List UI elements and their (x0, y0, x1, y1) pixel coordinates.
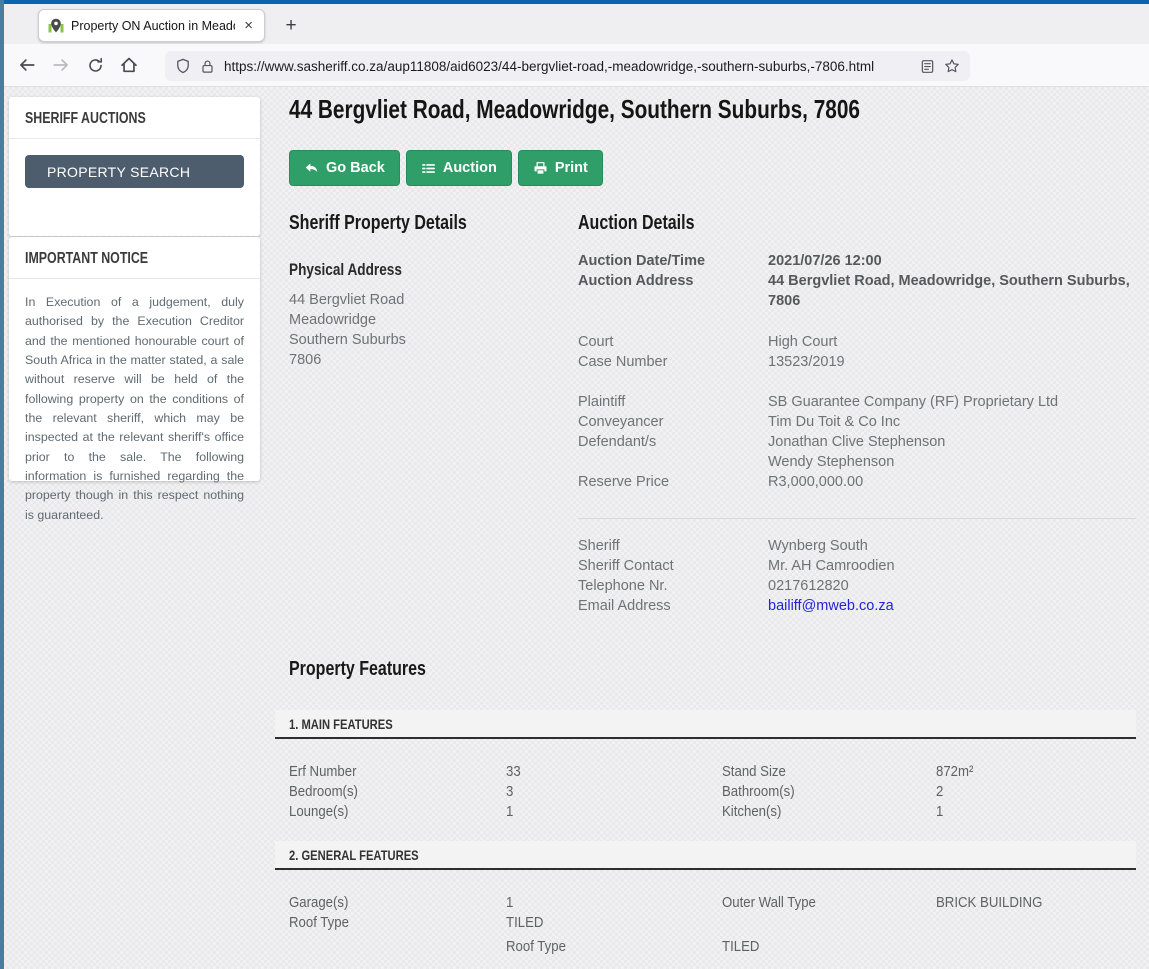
feature-value: 33 (506, 762, 722, 782)
auction-details: Auction Details Auction Date/Time2021/07… (578, 212, 1136, 616)
detail-row: CourtHigh Court (578, 332, 1136, 352)
auction-detail-group: SheriffWynberg South Sheriff ContactMr. … (578, 536, 1136, 616)
feature-label: Lounge(s) (289, 802, 506, 822)
tab-title: Property ON Auction in Meado (71, 19, 235, 33)
address-line: 7806 (289, 350, 578, 370)
feature-value: Roof Type (506, 937, 722, 957)
printer-icon (533, 161, 548, 176)
detail-row: Reserve PriceR3,000,000.00 (578, 472, 1136, 492)
main-features-bar: 1. MAIN FEATURES (275, 710, 1136, 739)
refresh-icon[interactable] (78, 50, 112, 80)
tab-bar: Property ON Auction in Meado × + (0, 4, 1149, 44)
email-link[interactable]: bailiff@mweb.co.za (768, 596, 1136, 616)
address-line: 44 Bergvliet Road (289, 290, 578, 310)
property-details-heading: Sheriff Property Details (289, 212, 578, 235)
back-arrow-icon[interactable] (10, 50, 44, 80)
auction-detail-group: Auction Date/Time2021/07/26 12:00 Auctio… (578, 251, 1136, 311)
feature-value: TILED (506, 913, 722, 933)
browser-tab[interactable]: Property ON Auction in Meado × (38, 9, 265, 42)
detail-row: PlaintiffSB Guarantee Company (RF) Propr… (578, 392, 1136, 412)
auction-detail-group: CourtHigh Court Case Number13523/2019 (578, 332, 1136, 372)
physical-address-heading: Physical Address (289, 260, 578, 280)
auction-details-heading: Auction Details (578, 212, 1136, 235)
divider (578, 518, 1136, 519)
go-back-button[interactable]: Go Back (289, 150, 400, 186)
address-line: Southern Suburbs (289, 330, 578, 350)
reply-arrow-icon (304, 161, 319, 176)
property-features-heading: Property Features (289, 658, 1136, 681)
detail-row: Sheriff ContactMr. AH Camroodien (578, 556, 1136, 576)
feature-value (936, 913, 1136, 933)
feature-label: Bedroom(s) (289, 782, 506, 802)
main-content: 44 Bergvliet Road, Meadowridge, Southern… (275, 87, 1136, 957)
feature-label: Roof Type (289, 913, 506, 933)
sheriff-auctions-card: SHERIFF AUCTIONS PROPERTY SEARCH (9, 97, 260, 236)
detail-row: Telephone Nr.0217612820 (578, 576, 1136, 596)
important-notice-text: In Execution of a judgement, duly author… (9, 279, 260, 543)
map-pin-icon (48, 18, 64, 34)
action-buttons: Go Back Auction Print (289, 150, 1136, 186)
feature-value: 1 (936, 802, 1136, 822)
auction-detail-group: PlaintiffSB Guarantee Company (RF) Propr… (578, 392, 1136, 492)
feature-label: Garage(s) (289, 893, 506, 913)
window-frame-left (0, 0, 4, 969)
sheriff-property-details: Sheriff Property Details Physical Addres… (289, 212, 578, 616)
feature-value (936, 937, 1136, 957)
navigation-toolbar: https://www.sasheriff.co.za/aup11808/aid… (0, 44, 1149, 87)
feature-label: Erf Number (289, 762, 506, 782)
shield-icon[interactable] (175, 58, 191, 74)
detail-row: Email Addressbailiff@mweb.co.za (578, 596, 1136, 616)
sheriff-auctions-title: SHERIFF AUCTIONS (9, 97, 260, 139)
detail-row: Auction Date/Time2021/07/26 12:00 (578, 251, 1136, 271)
detail-row: Auction Address44 Bergvliet Road, Meadow… (578, 271, 1136, 311)
home-icon[interactable] (112, 50, 146, 80)
property-search-button[interactable]: PROPERTY SEARCH (25, 155, 244, 188)
feature-value: BRICK BUILDING (936, 893, 1136, 913)
detail-row: ConveyancerTim Du Toit & Co Inc (578, 412, 1136, 432)
feature-value: 3 (506, 782, 722, 802)
important-notice-card: IMPORTANT NOTICE In Execution of a judge… (9, 237, 260, 481)
feature-label: Outer Wall Type (722, 893, 936, 913)
page-content: SHERIFF AUCTIONS PROPERTY SEARCH IMPORTA… (0, 87, 1149, 969)
feature-label (289, 937, 506, 957)
url-bar[interactable]: https://www.sasheriff.co.za/aup11808/aid… (165, 51, 970, 81)
feature-value: 872m² (936, 762, 1136, 782)
star-icon[interactable] (944, 58, 960, 74)
important-notice-title: IMPORTANT NOTICE (9, 237, 260, 279)
page-title: 44 Bergvliet Road, Meadowridge, Southern… (289, 94, 1136, 125)
feature-label: TILED (722, 937, 936, 957)
window-frame-top (0, 0, 1149, 4)
feature-value: 2 (936, 782, 1136, 802)
detail-row: Wendy Stephenson (578, 452, 1136, 472)
feature-label: Stand Size (722, 762, 936, 782)
lock-icon[interactable] (200, 59, 215, 74)
general-features-table: Garage(s) 1 Outer Wall Type BRICK BUILDI… (289, 893, 1136, 957)
feature-label: Bathroom(s) (722, 782, 936, 802)
feature-value: 1 (506, 802, 722, 822)
close-icon[interactable]: × (242, 18, 255, 33)
general-features-bar: 2. GENERAL FEATURES (275, 841, 1136, 870)
main-features-table: Erf Number 33 Stand Size 872m² Bedroom(s… (289, 762, 1136, 822)
detail-row: SheriffWynberg South (578, 536, 1136, 556)
reader-view-icon[interactable] (920, 59, 935, 74)
detail-row: Defendant/sJonathan Clive Stephenson (578, 432, 1136, 452)
list-icon (421, 161, 436, 176)
detail-row: Case Number13523/2019 (578, 352, 1136, 372)
url-text[interactable]: https://www.sasheriff.co.za/aup11808/aid… (224, 59, 911, 74)
feature-label (722, 913, 936, 933)
feature-label: Kitchen(s) (722, 802, 936, 822)
address-line: Meadowridge (289, 310, 578, 330)
auction-button[interactable]: Auction (406, 150, 512, 186)
feature-value: 1 (506, 893, 722, 913)
print-button[interactable]: Print (518, 150, 603, 186)
new-tab-button[interactable]: + (278, 13, 304, 39)
forward-arrow-icon[interactable] (44, 50, 78, 80)
